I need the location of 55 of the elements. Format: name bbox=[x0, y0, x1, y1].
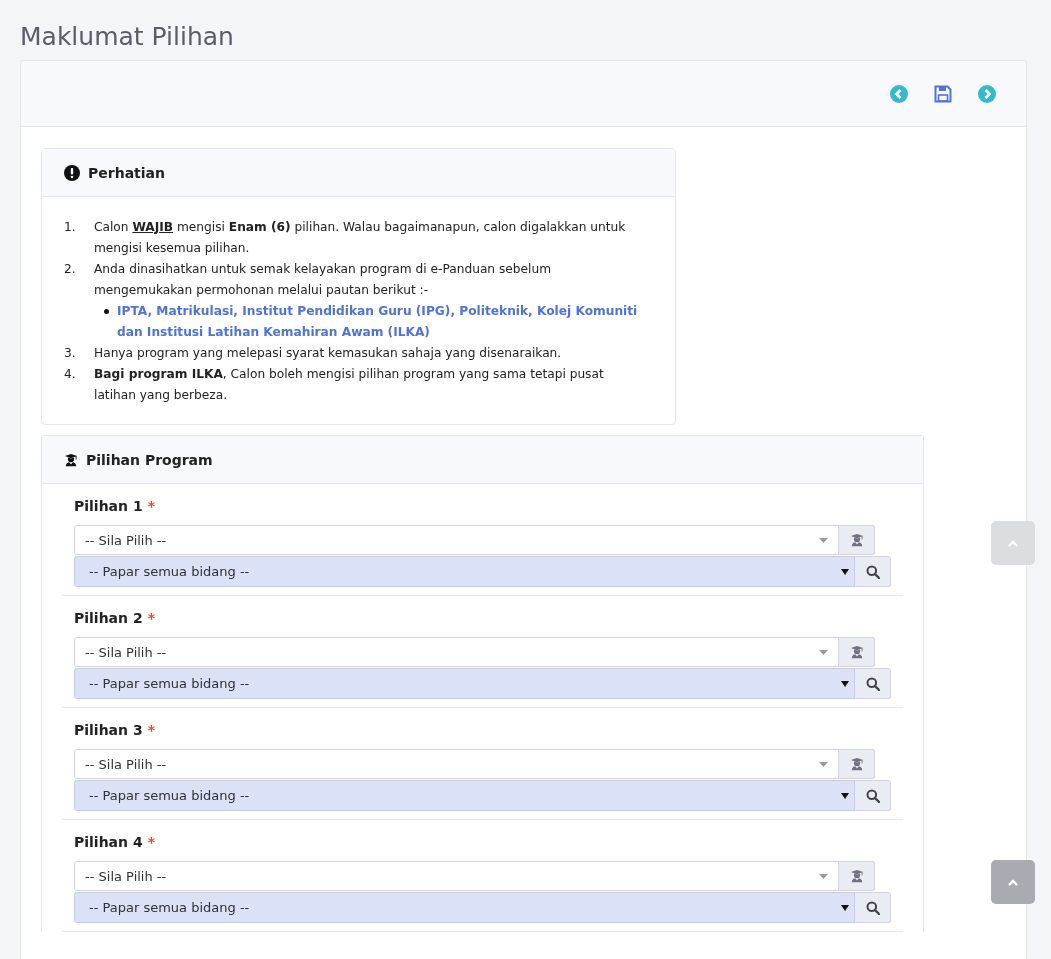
notice-text: Anda dinasihatkan untuk semak kelayakan program di e-Panduan sebelum mengemukakan permohonan melalui pautan berikut :- bbox=[94, 262, 552, 297]
page-title: Maklumat Pilihan bbox=[19, 21, 235, 53]
caret-icon bbox=[819, 537, 828, 543]
search-button[interactable] bbox=[855, 780, 891, 811]
chevron-up-icon bbox=[1008, 539, 1018, 547]
list-number: 1. bbox=[64, 219, 77, 236]
graduate-icon[interactable] bbox=[839, 861, 875, 891]
field-select[interactable]: -- Papar semua bidang -- bbox=[74, 668, 855, 699]
caret-icon bbox=[841, 568, 849, 575]
required-mark: * bbox=[147, 721, 155, 740]
field-select[interactable]: -- Papar semua bidang -- bbox=[74, 556, 855, 587]
choice-label: Pilihan 3 bbox=[74, 721, 143, 740]
list-number: 3. bbox=[64, 345, 77, 362]
chevron-right-icon[interactable] bbox=[978, 84, 996, 103]
search-icon bbox=[865, 788, 880, 803]
search-icon bbox=[865, 676, 880, 691]
choice-label: Pilihan 4 bbox=[74, 833, 143, 852]
field-select[interactable]: -- Papar semua bidang -- bbox=[74, 780, 855, 811]
required-mark: * bbox=[147, 833, 155, 852]
save-icon[interactable] bbox=[934, 84, 952, 103]
choice-label: Pilihan 1 bbox=[74, 497, 143, 516]
choice-label: Pilihan 2 bbox=[74, 609, 143, 628]
search-icon bbox=[865, 900, 880, 915]
graduate-icon[interactable] bbox=[839, 525, 875, 555]
chevron-up-icon bbox=[1008, 878, 1018, 886]
program-select[interactable]: -- Sila Pilih -- bbox=[74, 525, 839, 555]
caret-icon bbox=[841, 792, 849, 799]
program-select[interactable]: -- Sila Pilih -- bbox=[74, 861, 839, 891]
panel-title: Pilihan Program bbox=[86, 451, 213, 468]
search-button[interactable] bbox=[855, 668, 891, 699]
caret-icon bbox=[841, 680, 849, 687]
graduate-icon[interactable] bbox=[839, 749, 875, 779]
field-select[interactable]: -- Papar semua bidang -- bbox=[74, 892, 855, 923]
notice-text: Calon WAJIB mengisi Enam (6) pilihan. Walau bagaimanapun, calon digalakkan untuk mengisi kesemua pilihan. bbox=[94, 220, 626, 255]
exclamation-icon bbox=[64, 164, 80, 181]
caret-icon bbox=[819, 873, 828, 879]
caret-icon bbox=[841, 904, 849, 911]
graduate-icon bbox=[64, 452, 78, 467]
required-mark: * bbox=[147, 609, 155, 628]
list-number: 2. bbox=[64, 261, 77, 278]
list-number: 4. bbox=[64, 366, 77, 383]
caret-icon bbox=[819, 761, 828, 767]
notice-title: Perhatian bbox=[88, 164, 165, 181]
program-select[interactable]: -- Sila Pilih -- bbox=[74, 749, 839, 779]
notice-text: Hanya program yang melepasi syarat kemasukan sahaja yang disenaraikan. bbox=[94, 346, 562, 360]
link[interactable]: IPTA, Matrikulasi, Institut Pendidikan Guru (IPG), Politeknik, Kolej Komuniti dan Institusi Latihan Kemahiran Awam (ILKA) bbox=[117, 301, 647, 343]
notice-text: Bagi program ILKA, Calon boleh mengisi pilihan program yang sama tetapi pusat latihan yang berbeza. bbox=[94, 367, 604, 402]
graduate-icon[interactable] bbox=[839, 637, 875, 667]
search-button[interactable] bbox=[855, 556, 891, 587]
program-select[interactable]: -- Sila Pilih -- bbox=[74, 637, 839, 667]
search-icon bbox=[865, 564, 880, 579]
required-mark: * bbox=[147, 497, 155, 516]
search-button[interactable] bbox=[855, 892, 891, 923]
caret-icon bbox=[819, 649, 828, 655]
chevron-left-icon[interactable] bbox=[890, 84, 908, 103]
